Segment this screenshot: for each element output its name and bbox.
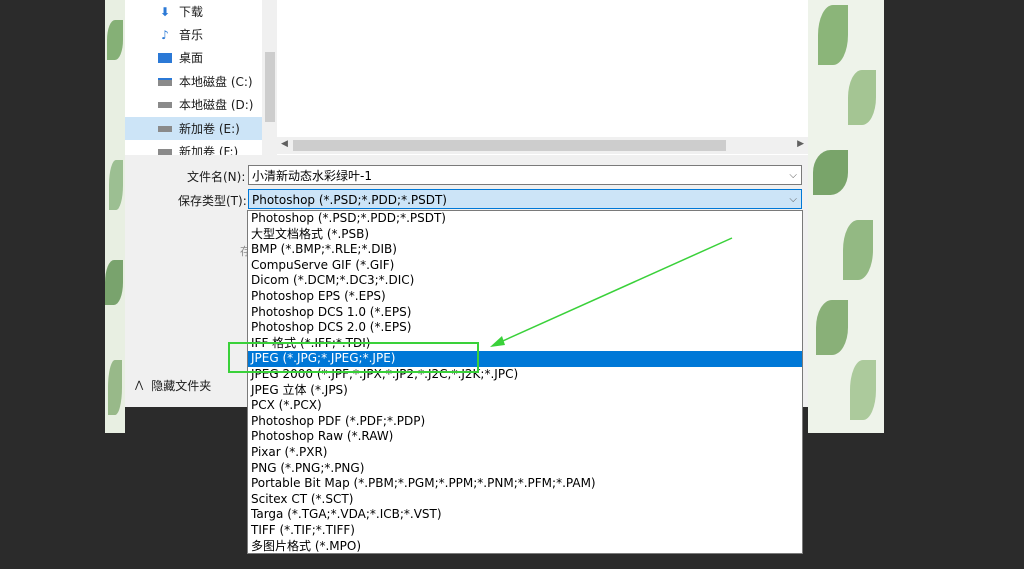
file-type-option[interactable]: Targa (*.TGA;*.VDA;*.ICB;*.VST) — [248, 507, 802, 523]
drive-icon — [157, 145, 173, 156]
filename-label: 文件名(N): — [187, 170, 246, 184]
save-type-dropdown-list[interactable]: Photoshop (*.PSD;*.PDD;*.PSDT) 大型文档格式 (*… — [247, 210, 803, 554]
nav-item-label: 桌面 — [179, 51, 204, 65]
file-type-option[interactable]: Photoshop Raw (*.RAW) — [248, 429, 802, 445]
nav-item-label: 音乐 — [179, 28, 204, 42]
nav-item-desktop[interactable]: 桌面 — [125, 46, 262, 69]
file-type-option[interactable]: Photoshop DCS 2.0 (*.EPS) — [248, 320, 802, 336]
filename-value: 小清新动态水彩绿叶-1 — [252, 169, 372, 183]
nav-scrollbar[interactable] — [262, 0, 277, 155]
download-icon: ⬇ — [159, 4, 171, 19]
annotation-highlight-box — [228, 342, 479, 373]
nav-item-downloads[interactable]: ⬇ 下载 — [125, 0, 262, 23]
nav-item-label: 新加卷 (E:) — [179, 122, 240, 136]
scroll-right-icon[interactable]: ▶ — [797, 139, 804, 149]
file-type-option[interactable]: JPEG 立体 (*.JPS) — [248, 383, 802, 399]
file-type-option[interactable]: Portable Bit Map (*.PBM;*.PGM;*.PPM;*.PN… — [248, 476, 802, 492]
scroll-left-icon[interactable]: ◀ — [281, 139, 288, 149]
file-type-option[interactable]: Photoshop (*.PSD;*.PDD;*.PSDT) — [248, 211, 802, 227]
chevron-down-icon[interactable]: ⌵ — [789, 166, 797, 186]
save-type-value: Photoshop (*.PSD;*.PDD;*.PSDT) — [252, 193, 447, 207]
file-type-option[interactable]: Pixar (*.PXR) — [248, 445, 802, 461]
chevron-up-icon: ⋀ — [135, 380, 144, 391]
nav-item-drive-c[interactable]: 本地磁盘 (C:) — [125, 70, 262, 93]
file-type-option[interactable]: PCX (*.PCX) — [248, 398, 802, 414]
file-type-option[interactable]: Photoshop EPS (*.EPS) — [248, 289, 802, 305]
file-type-option[interactable]: CompuServe GIF (*.GIF) — [248, 258, 802, 274]
scrollbar-thumb[interactable] — [265, 52, 275, 122]
drive-icon — [157, 98, 173, 112]
file-type-option[interactable]: PNG (*.PNG;*.PNG) — [248, 461, 802, 477]
file-type-option[interactable]: Photoshop DCS 1.0 (*.EPS) — [248, 305, 802, 321]
nav-item-drive-d[interactable]: 本地磁盘 (D:) — [125, 93, 262, 116]
hide-folders-label: 隐藏文件夹 — [151, 379, 212, 393]
file-type-option[interactable]: 大型文档格式 (*.PSB) — [248, 227, 802, 243]
leaf-background-right — [808, 0, 884, 433]
nav-item-drive-f[interactable]: 新加卷 (F:) — [125, 140, 262, 155]
nav-item-label: 下载 — [179, 5, 204, 19]
save-type-select[interactable]: Photoshop (*.PSD;*.PDD;*.PSDT) ⌵ — [248, 189, 802, 209]
file-type-option[interactable]: Scitex CT (*.SCT) — [248, 492, 802, 508]
nav-item-label: 新加卷 (F:) — [179, 145, 239, 155]
hide-folders-button[interactable]: ⋀ 隐藏文件夹 — [135, 377, 211, 394]
file-type-option[interactable]: BMP (*.BMP;*.RLE;*.DIB) — [248, 242, 802, 258]
filename-input[interactable]: 小清新动态水彩绿叶-1 ⌵ — [248, 165, 802, 185]
save-type-label: 保存类型(T): — [178, 194, 247, 208]
nav-item-drive-e[interactable]: 新加卷 (E:) — [125, 117, 262, 140]
drive-icon — [157, 75, 173, 89]
file-type-option[interactable]: Dicom (*.DCM;*.DC3;*.DIC) — [248, 273, 802, 289]
nav-item-music[interactable]: ♪ 音乐 — [125, 23, 262, 46]
leaf-background-left — [105, 0, 125, 433]
desktop-icon — [157, 51, 173, 65]
file-type-option[interactable]: 多图片格式 (*.MPO) — [248, 539, 802, 555]
navigation-pane: ⬇ 下载 ♪ 音乐 桌面 本地磁盘 (C:) 本地磁盘 (D:) 新加卷 (E:… — [125, 0, 277, 155]
file-list-pane[interactable] — [277, 0, 808, 155]
file-type-option[interactable]: Photoshop PDF (*.PDF;*.PDP) — [248, 414, 802, 430]
horizontal-scrollbar[interactable]: ◀ ▶ — [277, 137, 808, 154]
music-note-icon: ♪ — [161, 27, 169, 42]
chevron-down-icon[interactable]: ⌵ — [789, 190, 797, 210]
drive-icon — [157, 122, 173, 136]
nav-item-label: 本地磁盘 (C:) — [179, 75, 253, 89]
nav-item-label: 本地磁盘 (D:) — [179, 98, 254, 112]
file-type-option[interactable]: TIFF (*.TIF;*.TIFF) — [248, 523, 802, 539]
scrollbar-thumb[interactable] — [293, 140, 726, 151]
